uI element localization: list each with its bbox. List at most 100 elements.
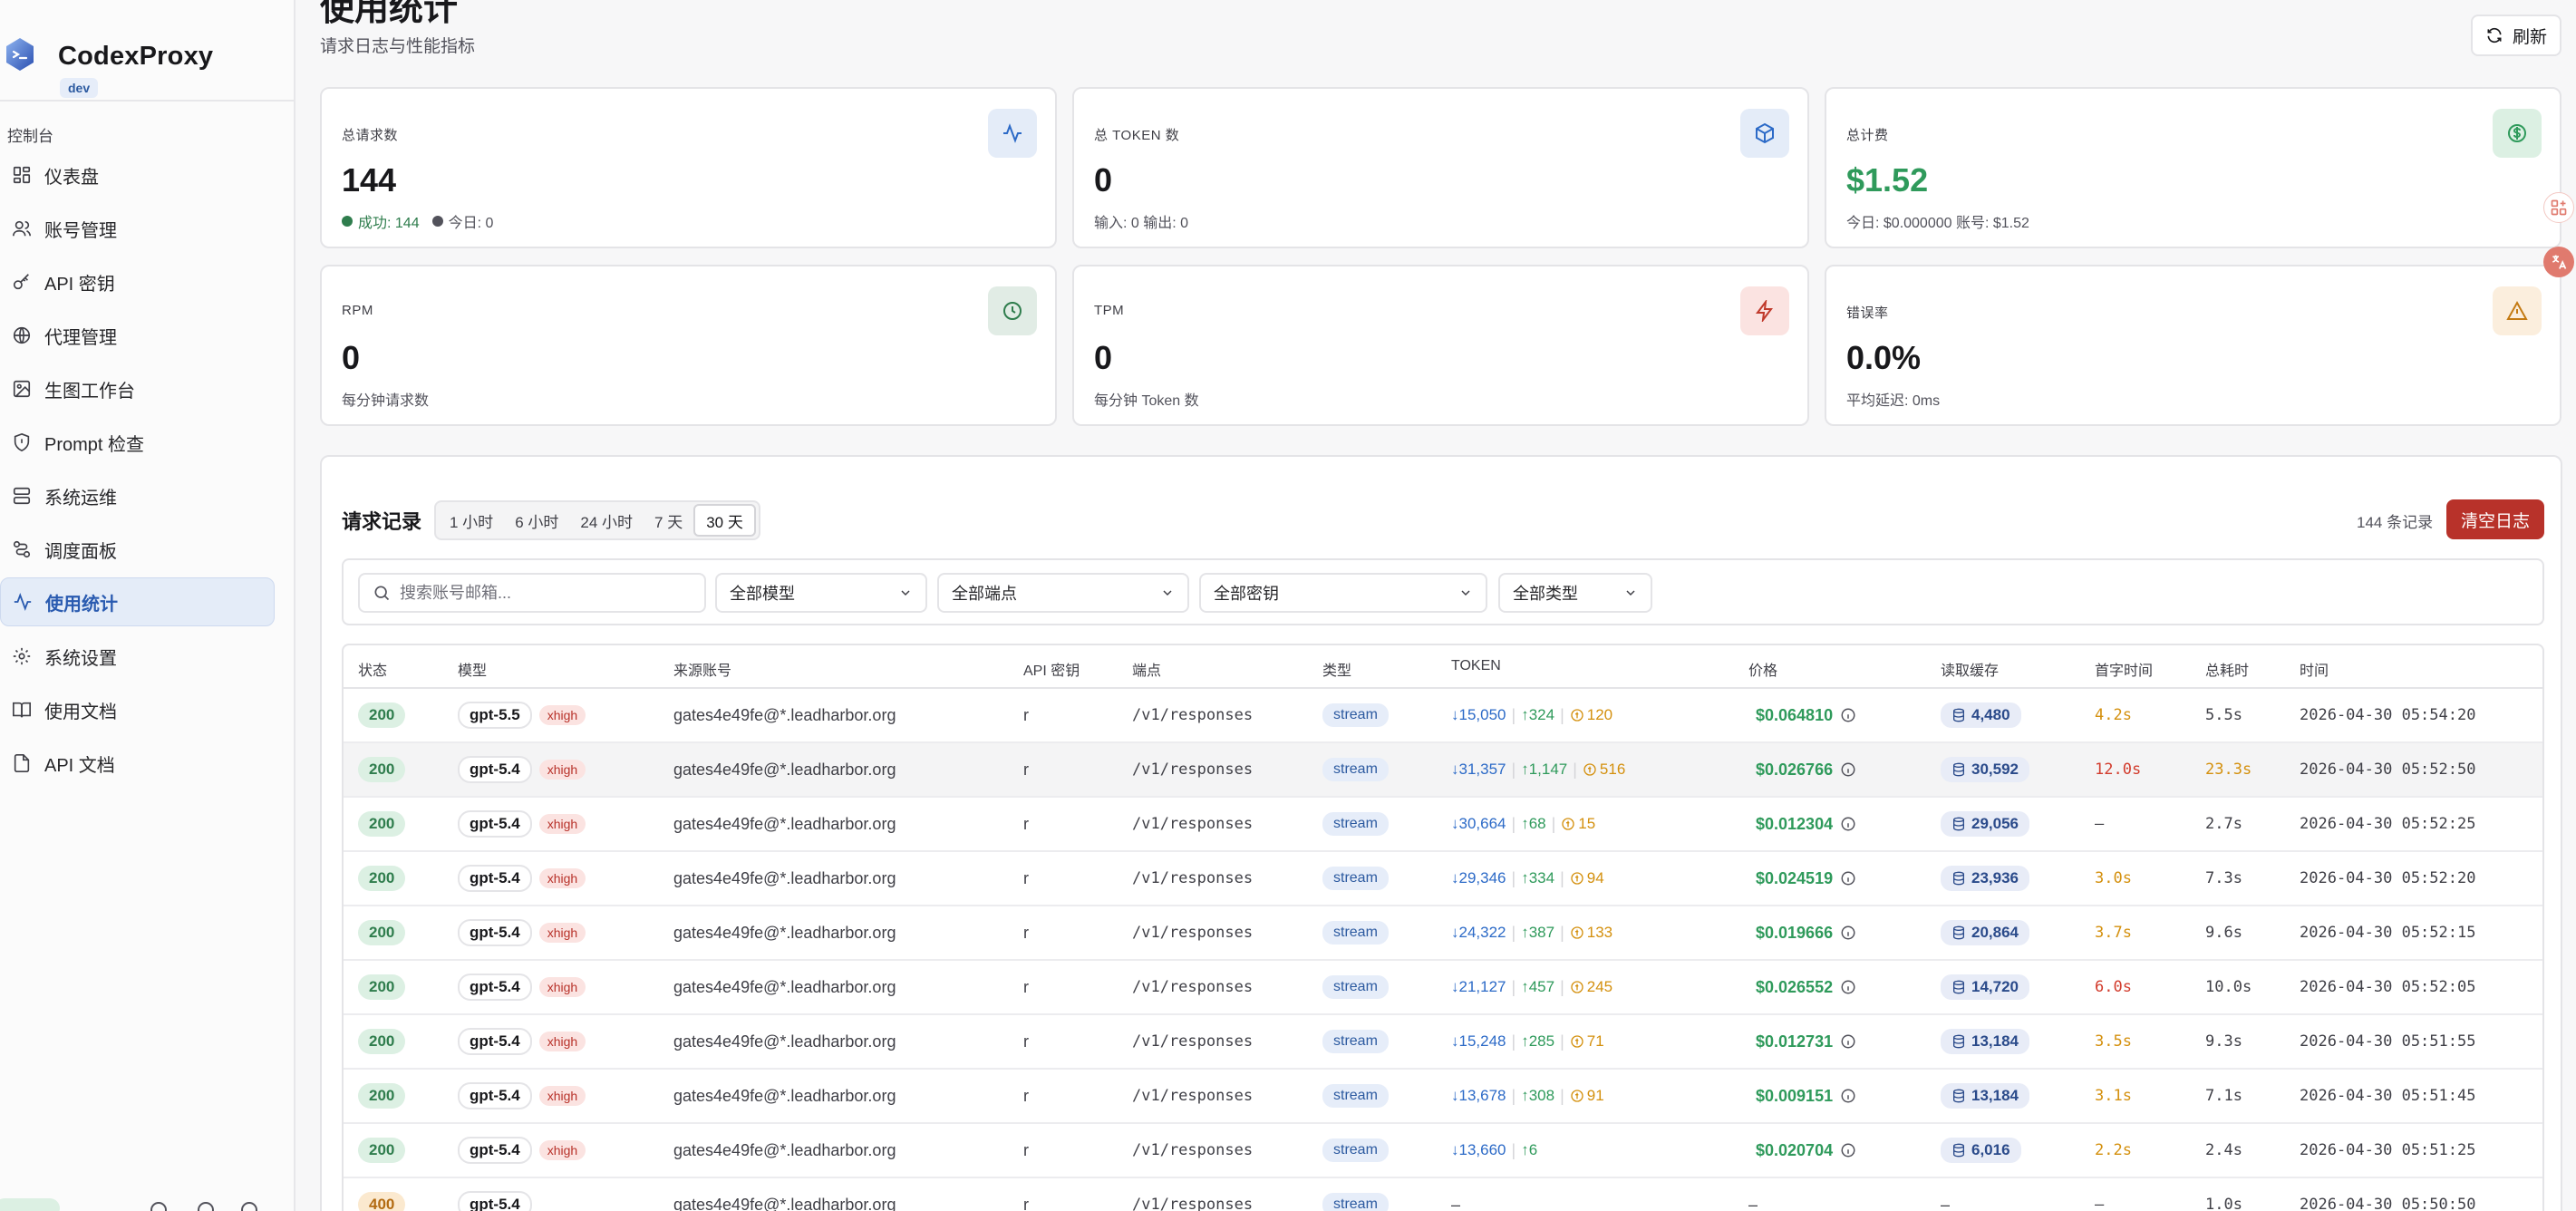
sidebar: CodexProxy dev 控制台 仪表盘 账号管理 API 密钥 代理管理 … xyxy=(0,0,295,1211)
sidebar-item-docs[interactable]: 使用文档 xyxy=(0,685,275,734)
database-icon xyxy=(1953,817,1964,831)
column-header[interactable]: 类型 xyxy=(1322,658,1351,680)
search-box[interactable] xyxy=(358,573,706,613)
type-badge: stream xyxy=(1322,1084,1389,1108)
endpoint-filter-select[interactable]: 全部端点 xyxy=(937,573,1189,613)
table-row[interactable]: 200 gpt-5.4 xhigh gates4e49fe@*.leadharbor.… xyxy=(344,906,2542,961)
sidebar-item-dashboard[interactable]: 仪表盘 xyxy=(0,150,275,199)
column-header[interactable]: 读取缓存 xyxy=(1941,658,1999,680)
timestamp-cell: 2026-04-30 05:52:15 xyxy=(2300,924,2476,942)
table-row[interactable]: 200 gpt-5.4 xhigh gates4e49fe@*.leadharbor.… xyxy=(344,852,2542,906)
output-tokens: ↑334 xyxy=(1521,869,1555,886)
ttft-cell: 12.0s xyxy=(2095,761,2142,779)
token-separator: | xyxy=(1511,760,1516,779)
sidebar-item-prompt-check[interactable]: Prompt 检查 xyxy=(0,418,275,467)
endpoint-cell: /v1/responses xyxy=(1132,1087,1254,1105)
stat-value: $1.52 xyxy=(1846,161,1929,199)
model-filter-select[interactable]: 全部模型 xyxy=(715,573,927,613)
status-badge: 200 xyxy=(358,757,406,782)
env-badge: dev xyxy=(60,78,99,98)
theme-toggle-icon[interactable] xyxy=(150,1202,167,1211)
column-header[interactable]: 状态 xyxy=(358,658,387,680)
brand[interactable]: CodexProxy dev xyxy=(0,18,295,98)
alert-icon xyxy=(2493,286,2542,335)
sidebar-item-ops[interactable]: 系统运维 xyxy=(0,471,275,520)
table-row[interactable]: 200 gpt-5.4 xhigh gates4e49fe@*.leadharbor.… xyxy=(344,743,2542,798)
stat-sub: 输入: 0 输出: 0 xyxy=(1094,216,1189,231)
column-header[interactable]: 端点 xyxy=(1132,658,1161,680)
info-icon[interactable] xyxy=(1840,1033,1856,1050)
column-header[interactable]: 来源账号 xyxy=(673,658,731,680)
info-icon[interactable] xyxy=(1840,1142,1856,1158)
cache-coin-icon xyxy=(1571,981,1583,993)
sidebar-item-accounts[interactable]: 账号管理 xyxy=(0,204,275,253)
column-header[interactable]: 首字时间 xyxy=(2095,658,2153,680)
sidebar-item-api-docs[interactable]: API 文档 xyxy=(0,739,275,788)
logout-icon[interactable] xyxy=(241,1202,257,1211)
price-value: $0.026766 xyxy=(1756,760,1834,779)
price-value: $0.012731 xyxy=(1756,1032,1834,1051)
key-filter-select[interactable]: 全部密钥 xyxy=(1199,573,1487,613)
sidebar-item-usage-stats[interactable]: 使用统计 xyxy=(0,577,275,626)
table-row[interactable]: 200 gpt-5.4 xhigh gates4e49fe@*.leadharbor.… xyxy=(344,1070,2542,1124)
api-key-cell: r xyxy=(1023,760,1029,779)
info-icon[interactable] xyxy=(1840,925,1856,941)
endpoint-cell: /v1/responses xyxy=(1132,978,1254,996)
page-subtitle: 请求日志与性能指标 xyxy=(320,37,476,56)
table-row[interactable]: 200 gpt-5.4 xhigh gates4e49fe@*.leadharbor.… xyxy=(344,798,2542,852)
table-row[interactable]: 200 gpt-5.4 xhigh gates4e49fe@*.leadharbor.… xyxy=(344,1124,2542,1178)
search-input[interactable] xyxy=(400,583,690,603)
info-icon[interactable] xyxy=(1840,979,1856,995)
floating-tool-button[interactable] xyxy=(2543,192,2574,223)
status-cell: 200 xyxy=(358,961,406,1013)
column-header[interactable]: TOKEN xyxy=(1451,658,1501,674)
table-row[interactable]: 200 gpt-5.4 xhigh gates4e49fe@*.leadharbor.… xyxy=(344,1015,2542,1070)
language-toggle-icon[interactable] xyxy=(198,1202,214,1211)
token-cell: ↓30,664 | ↑68 | 15 xyxy=(1451,798,1595,850)
app-logo-icon xyxy=(6,38,34,71)
column-header[interactable]: 总耗时 xyxy=(2205,658,2249,680)
request-log-panel: 请求记录 1 小时 6 小时 24 小时 7 天 30 天 144 条记录 清空… xyxy=(320,455,2562,1211)
range-30d[interactable]: 30 天 xyxy=(693,504,756,537)
dashboard-icon xyxy=(12,165,32,185)
sidebar-item-settings[interactable]: 系统设置 xyxy=(0,632,275,681)
model-badge: gpt-5.4 xyxy=(458,1191,532,1211)
refresh-button[interactable]: 刷新 xyxy=(2471,15,2561,56)
column-header[interactable]: 时间 xyxy=(2300,658,2329,680)
range-7d[interactable]: 7 天 xyxy=(644,504,693,537)
floating-translate-button[interactable] xyxy=(2543,247,2574,277)
range-6h[interactable]: 6 小时 xyxy=(504,504,569,537)
column-header[interactable]: 模型 xyxy=(458,658,487,680)
type-badge: stream xyxy=(1322,1030,1389,1053)
total-time-cell: 2.7s xyxy=(2205,815,2242,833)
sidebar-item-label: 调度面板 xyxy=(44,541,117,562)
sidebar-footer xyxy=(0,1198,295,1211)
stat-sub: 每分钟请求数 xyxy=(342,393,430,409)
sidebar-item-proxies[interactable]: 代理管理 xyxy=(0,311,275,360)
status-badge: 200 xyxy=(358,1029,406,1054)
type-filter-select[interactable]: 全部类型 xyxy=(1498,573,1652,613)
cache-read-badge: 14,720 xyxy=(1941,974,2029,1000)
info-icon[interactable] xyxy=(1840,870,1856,886)
sidebar-item-image-studio[interactable]: 生图工作台 xyxy=(0,364,275,413)
range-1h[interactable]: 1 小时 xyxy=(439,504,504,537)
cache-read-badge: 23,936 xyxy=(1941,866,2029,891)
stat-today: 今日: 0 xyxy=(448,216,494,231)
info-icon[interactable] xyxy=(1840,707,1856,723)
total-time-cell: 9.6s xyxy=(2205,924,2242,942)
info-icon[interactable] xyxy=(1840,1088,1856,1104)
table-row[interactable]: 200 gpt-5.5 xhigh gates4e49fe@*.leadharbor.… xyxy=(344,689,2542,743)
table-row[interactable]: 200 gpt-5.4 xhigh gates4e49fe@*.leadharbor.… xyxy=(344,961,2542,1015)
sidebar-item-scheduler[interactable]: 调度面板 xyxy=(0,525,275,574)
column-header[interactable]: 价格 xyxy=(1748,658,1777,680)
sidebar-item-api-keys[interactable]: API 密钥 xyxy=(0,257,275,306)
clear-logs-button[interactable]: 清空日志 xyxy=(2446,499,2544,539)
table-row[interactable]: 400 gpt-5.4 gates4e49fe@*.leadharbor.org r /… xyxy=(344,1178,2542,1211)
range-24h[interactable]: 24 小时 xyxy=(569,504,644,537)
success-dot-icon xyxy=(342,216,353,227)
info-icon[interactable] xyxy=(1840,816,1856,832)
info-icon[interactable] xyxy=(1840,761,1856,778)
column-header[interactable]: API 密钥 xyxy=(1023,658,1080,680)
filter-bar: 全部模型 全部端点 全部密钥 全部类型 xyxy=(342,558,2544,625)
api-key-cell: r xyxy=(1023,1140,1029,1159)
